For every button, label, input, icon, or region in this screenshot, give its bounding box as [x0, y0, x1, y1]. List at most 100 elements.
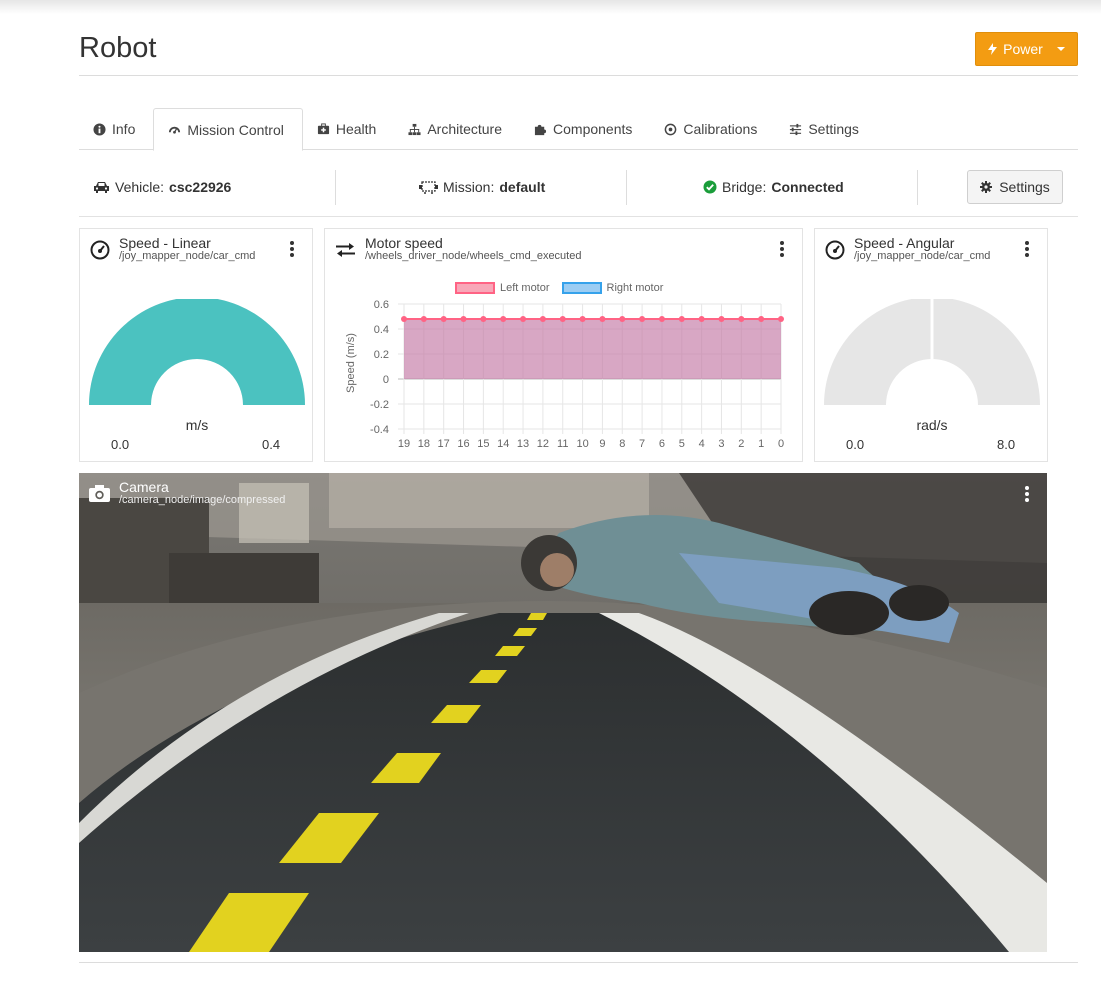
medkit-icon — [317, 122, 329, 134]
target-icon — [665, 123, 677, 135]
tab-calibrations[interactable]: Calibrations — [650, 108, 775, 150]
data-point — [619, 316, 626, 322]
data-point — [579, 316, 586, 322]
tab-info[interactable]: Info — [79, 108, 153, 150]
x-tick-label: 17 — [438, 438, 450, 450]
x-tick-label: 1 — [758, 438, 764, 450]
check-circle-icon — [703, 180, 717, 194]
card-menu-icon[interactable] — [290, 241, 294, 257]
legend-label: Right motor — [606, 282, 664, 294]
gauge-min: 0.0 — [111, 437, 130, 452]
data-point — [639, 316, 646, 322]
data-point — [539, 316, 546, 322]
speed-linear-card: Speed - Linear /joy_mapper_node/car_cmd … — [79, 228, 313, 462]
legend-item-right-motor[interactable]: Right motor — [561, 282, 664, 294]
divider — [917, 170, 918, 205]
divider — [335, 170, 336, 205]
tab-health[interactable]: Health — [303, 108, 394, 150]
vehicle-name: csc22926 — [169, 179, 232, 195]
mission-status: Mission: default — [419, 160, 545, 214]
legend-swatch — [561, 282, 602, 294]
mission-label: Mission: — [443, 179, 495, 195]
bridge-status: Bridge: Connected — [703, 160, 844, 214]
y-tick-label: -0.2 — [370, 399, 389, 411]
settings-button[interactable]: Settings — [967, 170, 1063, 204]
bridge-state: Connected — [771, 179, 844, 195]
y-tick-label: -0.4 — [370, 424, 389, 436]
tab-label: Components — [553, 121, 633, 137]
x-tick-label: 4 — [699, 438, 705, 450]
card-header: Speed - Angular /joy_mapper_node/car_cmd — [825, 235, 990, 263]
gauge-unit: rad/s — [916, 417, 948, 433]
x-tick-label: 7 — [639, 438, 645, 450]
tab-components[interactable]: Components — [520, 108, 650, 150]
sliders-icon — [790, 123, 802, 135]
tab-label: Health — [335, 121, 377, 137]
card-title: Motor speed — [365, 235, 443, 251]
x-tick-label: 13 — [517, 438, 529, 450]
tab-label: Info — [112, 121, 136, 137]
data-point — [599, 316, 606, 322]
card-title: Camera — [119, 479, 169, 495]
car-icon — [94, 181, 109, 193]
card-header: Motor speed /wheels_driver_node/wheels_c… — [335, 235, 581, 263]
card-header: Speed - Linear /joy_mapper_node/car_cmd — [90, 235, 256, 263]
legend-item-left-motor[interactable]: Left motor — [455, 282, 550, 294]
speed-angular-card: Speed - Angular /joy_mapper_node/car_cmd… — [814, 228, 1048, 462]
browser-top-shadow — [0, 0, 1101, 14]
card-topic: /joy_mapper_node/car_cmd — [119, 250, 256, 262]
card-menu-icon[interactable] — [1025, 241, 1029, 257]
tab-settings[interactable]: Settings — [775, 108, 877, 150]
page-title: Robot — [79, 32, 157, 64]
tab-label: Calibrations — [683, 121, 758, 137]
gauge-min: 0.0 — [846, 437, 865, 452]
angular-gauge — [824, 299, 1040, 405]
x-tick-label: 6 — [659, 438, 665, 450]
data-point — [698, 316, 705, 322]
motor-speed-card: Motor speed /wheels_driver_node/wheels_c… — [324, 228, 803, 462]
tab-label: Architecture — [427, 121, 503, 137]
settings-button-label: Settings — [999, 179, 1050, 195]
data-point — [440, 316, 447, 322]
y-tick-label: 0.6 — [374, 299, 389, 311]
tab-mission-control[interactable]: Mission Control — [153, 108, 303, 151]
tab-label: Mission Control — [187, 121, 284, 138]
robot-icon — [419, 180, 438, 194]
speedometer-icon — [90, 240, 110, 260]
exchange-icon — [336, 243, 355, 257]
data-point — [520, 316, 527, 322]
x-tick-label: 16 — [457, 438, 469, 450]
x-tick-label: 14 — [497, 438, 509, 450]
status-bar: Vehicle: csc22926 Mission: default Bridg… — [79, 160, 1078, 217]
bridge-label: Bridge: — [722, 179, 767, 195]
tab-architecture[interactable]: Architecture — [394, 108, 520, 150]
card-menu-icon[interactable] — [1025, 486, 1029, 502]
vehicle-label: Vehicle: — [115, 179, 165, 195]
gear-icon — [980, 181, 993, 193]
sitemap-icon — [408, 123, 421, 135]
bolt-icon — [988, 43, 998, 55]
card-title: Speed - Angular — [854, 235, 955, 251]
data-point — [460, 316, 467, 322]
camera-card: Camera /camera_node/image/compressed — [79, 473, 1047, 952]
power-button[interactable]: Power — [975, 32, 1078, 66]
data-point — [658, 316, 665, 322]
data-point — [758, 316, 765, 322]
chevron-down-icon — [1056, 47, 1065, 51]
y-tick-label: 0.4 — [374, 324, 389, 336]
gauge-unit: m/s — [185, 417, 209, 433]
tab-label: Settings — [808, 121, 859, 137]
data-point — [500, 316, 507, 322]
camera-image — [79, 473, 1047, 952]
data-point — [678, 316, 685, 322]
x-tick-label: 2 — [738, 438, 744, 450]
card-menu-icon[interactable] — [780, 241, 784, 257]
power-button-label: Power — [1003, 41, 1043, 57]
title-divider — [79, 75, 1078, 76]
gauge-max: 0.4 — [262, 437, 281, 452]
data-point — [480, 316, 487, 322]
divider — [626, 170, 627, 205]
gauge-max: 8.0 — [997, 437, 1016, 452]
data-point — [738, 316, 745, 322]
card-title: Speed - Linear — [119, 235, 211, 251]
